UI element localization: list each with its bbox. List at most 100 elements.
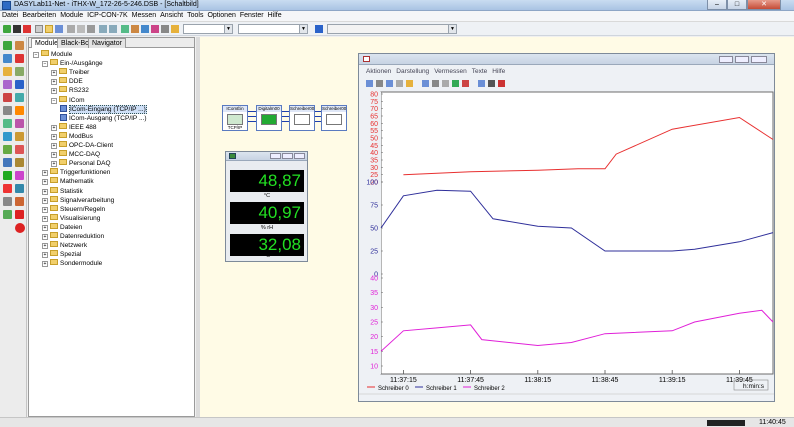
maximize-button[interactable]: □ (727, 0, 747, 10)
blackbox-combo[interactable]: ▼ (327, 24, 457, 34)
tree-item-folder[interactable]: + Dateien (42, 222, 82, 232)
menu-item-icp-con-7k[interactable]: ICP-CON-7K (85, 11, 129, 19)
close-button[interactable]: ✕ (747, 0, 781, 10)
palette-module-icon[interactable] (15, 184, 24, 193)
expand-icon[interactable]: + (42, 215, 48, 222)
run-icon[interactable] (315, 25, 323, 33)
palette-module-icon[interactable] (15, 197, 24, 206)
tree-item-folder[interactable]: + Steuern/Regeln (42, 204, 105, 214)
redo-icon[interactable] (109, 25, 117, 33)
expand-icon[interactable]: + (42, 252, 48, 259)
start-icon[interactable] (3, 25, 11, 33)
copy-icon[interactable] (77, 25, 85, 33)
expand-icon[interactable]: + (51, 143, 57, 149)
collapse-icon[interactable]: − (33, 52, 39, 58)
tree-item-folder[interactable]: + DDE (51, 77, 83, 86)
palette-module-icon[interactable] (3, 171, 12, 180)
palette-module-icon[interactable] (3, 158, 12, 167)
worksheet-block[interactable]: Digitalm00 (256, 105, 282, 131)
tree-item-module[interactable]: ICom-Eingang (TCP/IP ...) (60, 104, 147, 114)
expand-icon[interactable]: + (42, 234, 48, 240)
palette-module-icon[interactable] (15, 210, 24, 219)
tree-item-folder[interactable]: + Spezial (42, 250, 81, 259)
collapse-icon[interactable]: − (51, 97, 57, 104)
record-icon[interactable] (23, 25, 31, 33)
palette-module-icon[interactable] (3, 119, 12, 128)
expand-icon[interactable]: + (51, 124, 57, 131)
tree-item-folder[interactable]: + Datenreduktion (42, 232, 104, 241)
measurement-combo[interactable]: ▼ (238, 24, 308, 34)
expand-icon[interactable]: + (42, 261, 48, 268)
undo-icon[interactable] (99, 25, 107, 33)
tree-item-folder[interactable]: + Mathematik (42, 177, 94, 186)
tree-item-folder[interactable]: − Module (33, 50, 72, 59)
expand-icon[interactable]: + (42, 170, 48, 177)
tree-item-folder[interactable]: + Statistik (42, 186, 83, 196)
palette-module-icon[interactable] (3, 145, 12, 154)
expand-icon[interactable]: + (42, 206, 48, 213)
digital-meter-window[interactable]: 48,87 °C 40,97 % rH 32,08 °C (225, 151, 308, 262)
tree-item-folder[interactable]: + Signalverarbeitung (42, 195, 114, 205)
palette-module-icon[interactable] (3, 54, 12, 63)
palette-module-icon[interactable] (15, 158, 24, 167)
palette-module-icon[interactable] (3, 184, 12, 193)
tree-item-folder[interactable]: + Netzwerk (42, 241, 87, 250)
stop-icon[interactable] (13, 25, 21, 33)
tree-item-folder[interactable]: − ICom (51, 95, 85, 105)
palette-module-icon[interactable] (15, 119, 24, 128)
expand-icon[interactable]: + (51, 161, 57, 168)
palette-module-icon[interactable] (15, 106, 24, 115)
worksheet-block[interactable]: IComÉin TCP/IP (222, 105, 248, 131)
layout-icon[interactable] (121, 25, 129, 33)
tree-item-folder[interactable]: + IEEE 488 (51, 122, 96, 132)
palette-module-icon[interactable] (3, 93, 12, 102)
palette-module-icon[interactable] (15, 171, 24, 180)
meter-minimize-button[interactable] (270, 153, 281, 159)
tree-item-folder[interactable]: + RS232 (51, 86, 89, 95)
meter-maximize-button[interactable] (282, 153, 293, 159)
expand-icon[interactable]: + (42, 243, 48, 250)
tree-item-folder[interactable]: − Ein-/Ausgänge (42, 59, 103, 68)
menu-item-optionen[interactable]: Optionen (205, 11, 237, 19)
menu-item-bearbeiten[interactable]: Bearbeiten (20, 11, 58, 19)
expand-icon[interactable]: + (42, 188, 48, 195)
palette-module-icon[interactable] (3, 132, 12, 141)
expand-icon[interactable]: + (42, 197, 48, 204)
tree-item-module[interactable]: ICom-Ausgang (TCP/IP ...) (60, 113, 147, 123)
palette-module-icon[interactable] (15, 67, 24, 76)
menu-item-messen[interactable]: Messen (130, 11, 159, 19)
menu-item-tools[interactable]: Tools (185, 11, 205, 19)
palette-module-icon[interactable] (15, 132, 24, 141)
tree-item-folder[interactable]: + ModBus (51, 131, 93, 141)
expand-icon[interactable]: + (51, 79, 57, 86)
palette-module-icon[interactable] (3, 210, 12, 219)
tree-item-folder[interactable]: + Personal DAQ (51, 159, 111, 168)
module-combo[interactable]: ▼ (183, 24, 233, 34)
expand-icon[interactable]: + (42, 224, 48, 231)
expand-icon[interactable]: + (51, 70, 57, 77)
meter-close-button[interactable] (294, 153, 305, 159)
menu-item-fenster[interactable]: Fenster (238, 11, 266, 19)
palette-module-icon[interactable] (3, 197, 12, 206)
tree-item-folder[interactable]: + MCC-DAQ (51, 150, 100, 159)
chart-recorder-window[interactable]: Aktionen Darstellung Vermessen Texte Hilfe 8… (358, 53, 775, 402)
tree-item-folder[interactable]: + Treiber (51, 68, 89, 77)
module-icon[interactable] (131, 25, 139, 33)
tab-navigator[interactable]: Navigator (88, 38, 126, 48)
open-icon[interactable] (45, 25, 53, 33)
palette-module-icon[interactable] (15, 41, 24, 50)
palette-module-icon[interactable] (15, 145, 24, 154)
cut-icon[interactable] (67, 25, 75, 33)
help-icon[interactable] (171, 25, 179, 33)
palette-module-icon[interactable] (3, 41, 12, 50)
palette-module-icon[interactable] (3, 80, 12, 89)
tree-item-folder[interactable]: + OPC-DA-Client (51, 141, 113, 150)
menu-item-module[interactable]: Module (58, 11, 85, 19)
collapse-icon[interactable]: − (42, 61, 48, 68)
tree-item-folder[interactable]: + Sondermodule (42, 259, 102, 268)
save-icon[interactable] (55, 25, 63, 33)
menu-item-ansicht[interactable]: Ansicht (158, 11, 185, 19)
chart-icon[interactable] (151, 25, 159, 33)
tree-item-folder[interactable]: + Triggerfunktionen (42, 168, 110, 177)
menu-item-datei[interactable]: Datei (0, 11, 20, 19)
